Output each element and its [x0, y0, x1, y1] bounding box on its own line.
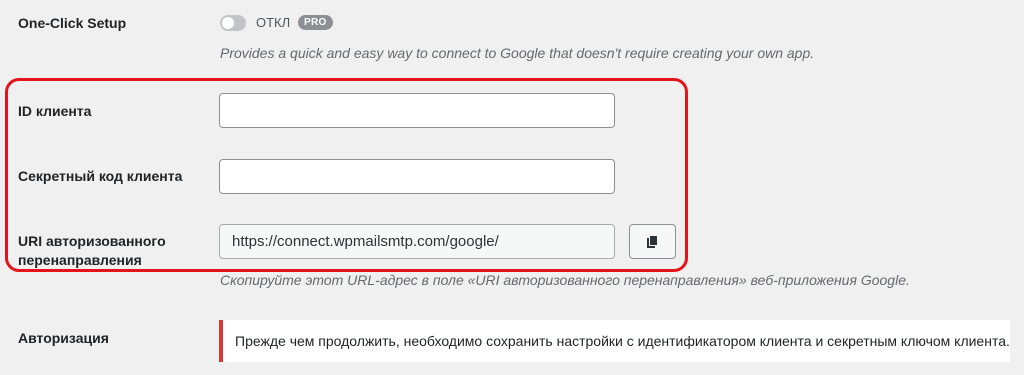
toggle-state-label: ОТКЛ	[256, 15, 291, 30]
highlight-box	[5, 78, 688, 272]
authorization-notice: Прежде чем продолжить, необходимо сохран…	[219, 320, 1010, 362]
authorization-label: Авторизация	[18, 330, 109, 346]
pro-badge: PRO	[298, 15, 333, 30]
one-click-setup-label: One-Click Setup	[18, 15, 127, 31]
one-click-setup-description: Provides a quick and easy way to connect…	[220, 45, 815, 61]
one-click-setup-toggle[interactable]	[220, 15, 246, 31]
authorization-notice-text: Прежде чем продолжить, необходимо сохран…	[235, 333, 1010, 349]
redirect-uri-description: Скопируйте этот URL-адрес в поле «URI ав…	[220, 272, 910, 288]
